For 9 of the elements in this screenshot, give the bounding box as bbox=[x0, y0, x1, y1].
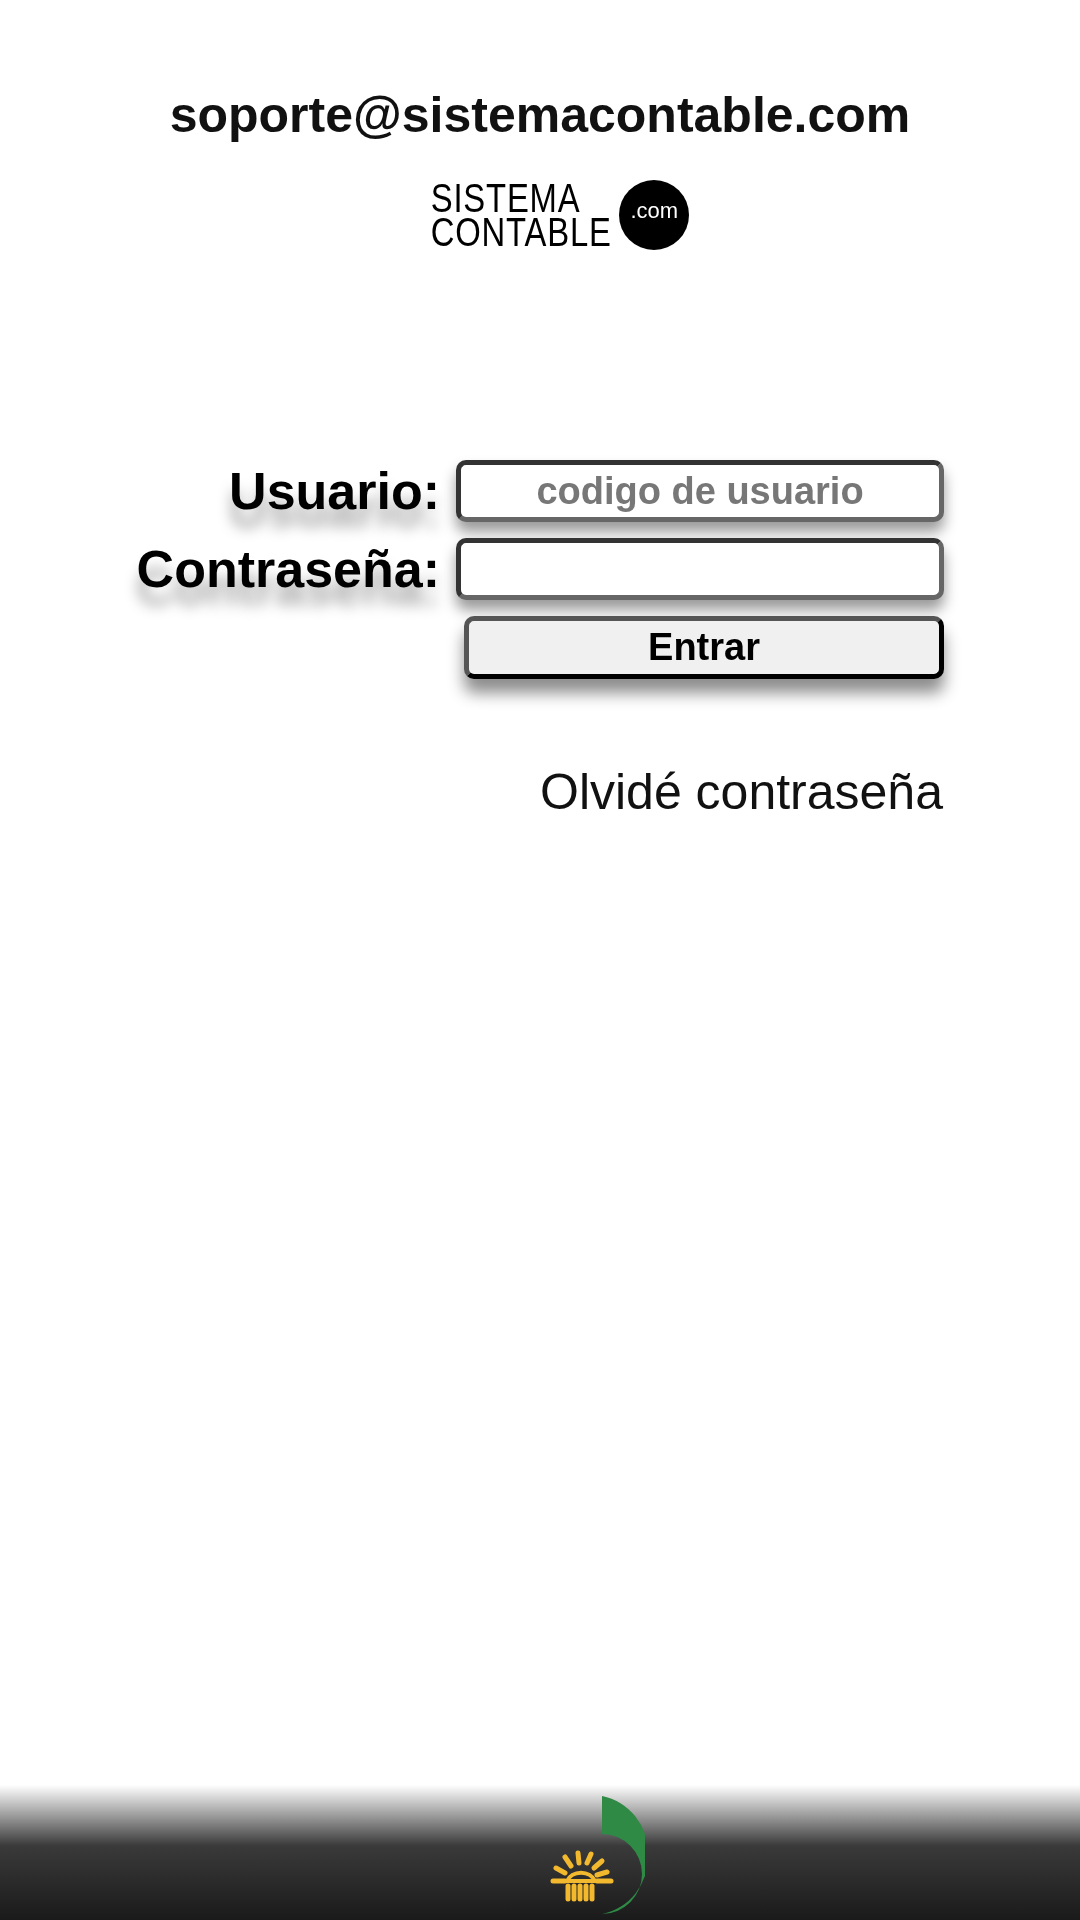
logo-text: SISTEMA CONTABLE bbox=[430, 181, 612, 249]
support-email: soporte@sistemacontable.com bbox=[168, 86, 912, 144]
field-label: Usuario: bbox=[229, 461, 440, 521]
username-field[interactable]: codigo de usuario bbox=[456, 460, 944, 522]
password-field[interactable] bbox=[456, 538, 944, 600]
logo-badge: .com bbox=[619, 180, 690, 250]
field-label: Contraseña: bbox=[136, 539, 440, 599]
login-button[interactable]: Entrar bbox=[464, 616, 944, 679]
forgot-password-link[interactable]: Olvidé contraseña bbox=[540, 763, 943, 821]
